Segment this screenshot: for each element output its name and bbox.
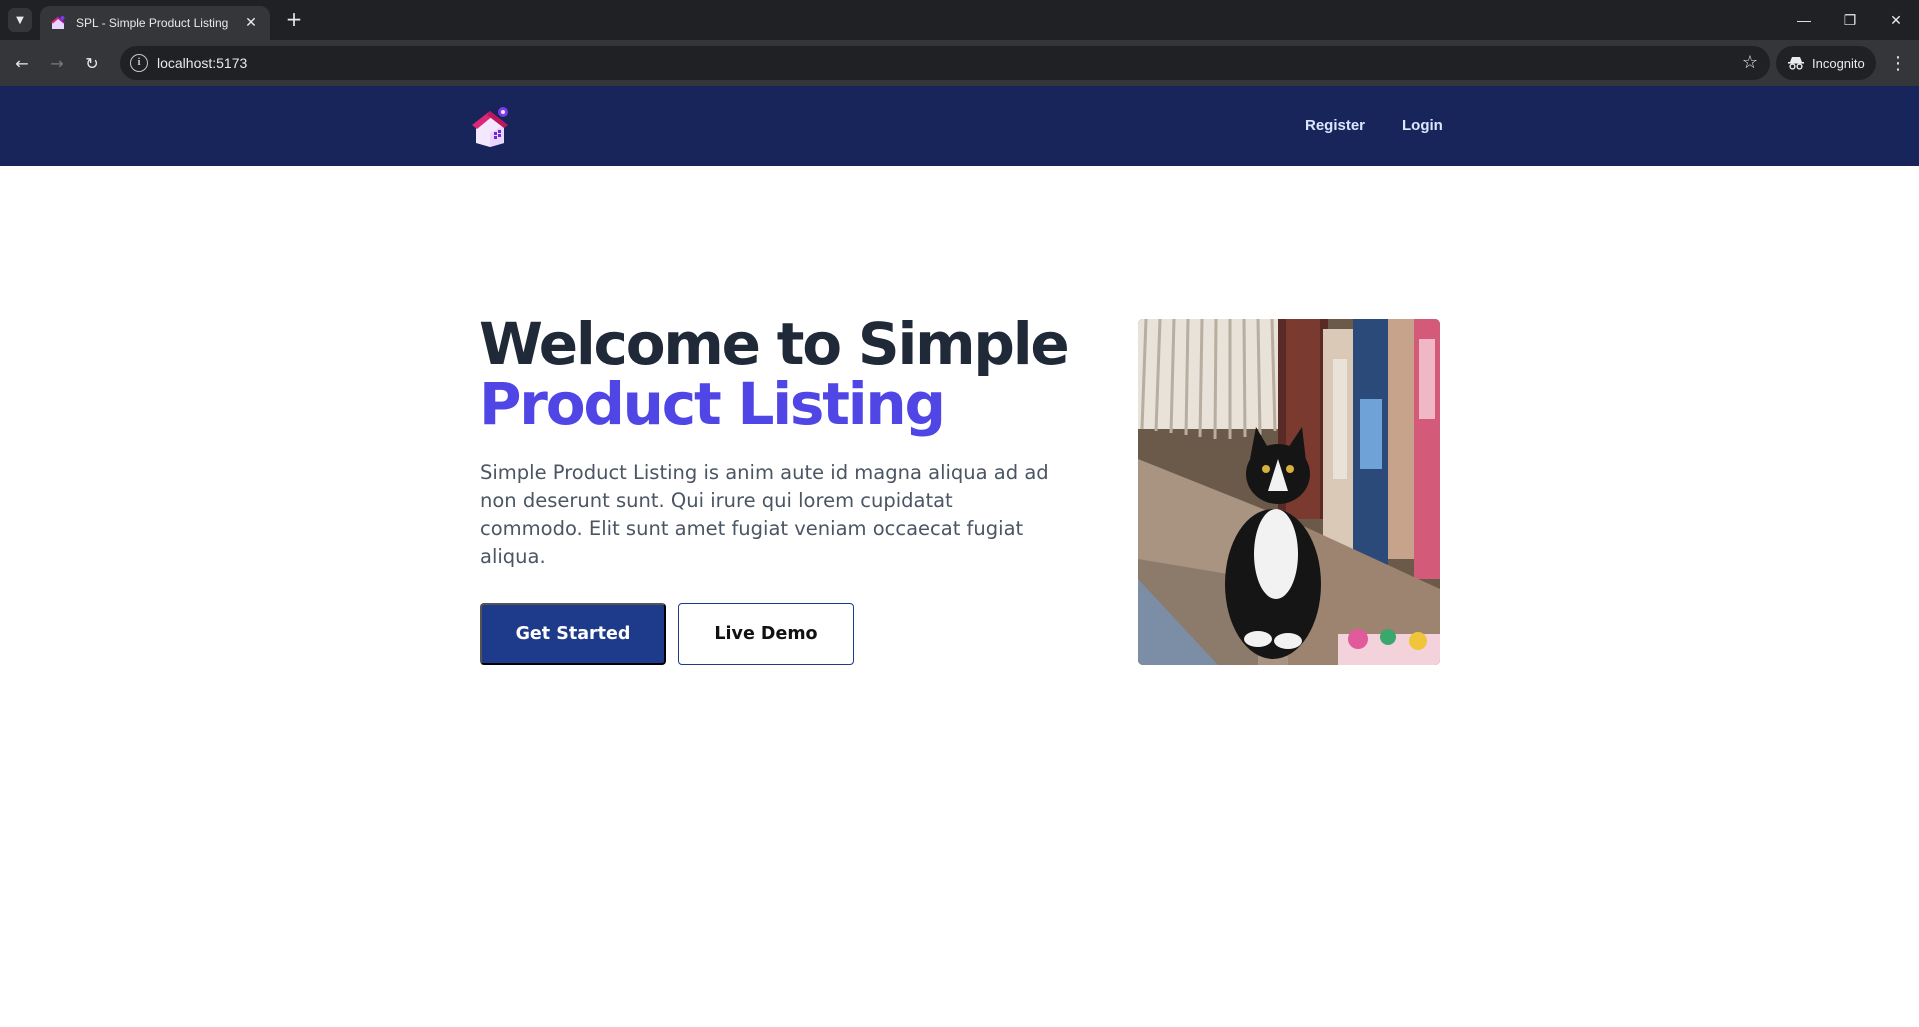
get-started-button[interactable]: Get Started [480,603,666,665]
incognito-indicator[interactable]: Incognito [1776,46,1876,80]
restore-icon[interactable]: ❐ [1827,0,1873,40]
forward-icon[interactable]: → [43,49,71,77]
incognito-label: Incognito [1812,55,1865,71]
minimize-icon[interactable]: — [1781,0,1827,40]
hero-title-line1: Welcome to Simple [479,310,1070,378]
tab-search-icon[interactable]: ▼ [8,8,32,32]
reload-icon[interactable]: ↻ [78,49,106,77]
favicon-house-icon [51,16,65,29]
hero-title-line2: Product Listing [479,370,946,438]
live-demo-button[interactable]: Live Demo [678,603,854,665]
site-navbar: Register Login [0,86,1919,166]
browser-tab[interactable]: SPL - Simple Product Listing ✕ [40,6,270,40]
hero-title: Welcome to Simple Product Listing [479,314,1099,434]
address-bar[interactable]: i localhost:5173 ☆ [120,46,1770,80]
nav-login-link[interactable]: Login [1402,86,1443,166]
hero-description: Simple Product Listing is anim aute id m… [480,461,1049,568]
site-info-icon[interactable]: i [130,54,148,72]
back-icon[interactable]: ← [8,49,36,77]
hero-image [1138,319,1440,665]
tab-close-icon[interactable]: ✕ [242,15,260,31]
browser-menu-icon[interactable]: ⋮ [1884,49,1912,77]
address-url[interactable]: localhost:5173 [157,46,247,80]
browser-tab-strip: ▼ SPL - Simple Product Listing ✕ + — ❐ ✕ [0,0,1919,40]
incognito-icon [1788,57,1804,70]
browser-toolbar: ← → ↻ i localhost:5173 ☆ Incognito ⋮ [0,40,1919,86]
hero-cat-photo [1138,319,1440,665]
window-close-icon[interactable]: ✕ [1873,0,1919,40]
new-tab-icon[interactable]: + [282,8,306,32]
tab-title: SPL - Simple Product Listing [76,16,229,30]
site-logo-icon[interactable] [470,105,510,147]
bookmark-star-icon[interactable]: ☆ [1742,46,1758,80]
nav-register-link[interactable]: Register [1305,86,1365,166]
